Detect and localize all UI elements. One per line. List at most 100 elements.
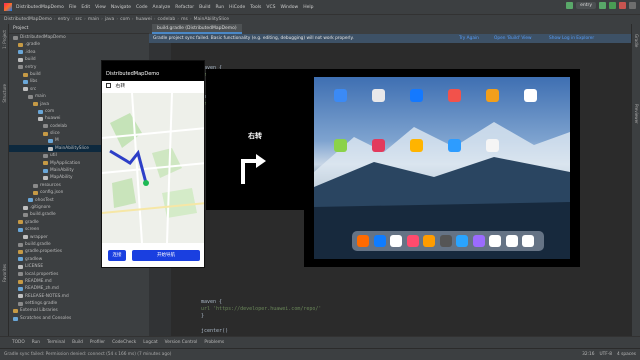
dock-app-icon[interactable]	[505, 235, 518, 247]
bottom-tool-tab[interactable]: Profiler	[90, 340, 105, 345]
app-icon[interactable]	[334, 139, 347, 152]
breadcrumb-item[interactable]: java	[105, 17, 114, 22]
app-icon[interactable]	[410, 89, 423, 102]
menu-vcs[interactable]: VCS	[266, 5, 275, 10]
bottom-tool-tab[interactable]: Terminal	[47, 340, 65, 345]
breadcrumb-item[interactable]: entry	[58, 17, 70, 22]
app-icon[interactable]	[410, 139, 423, 152]
tree-item[interactable]: .gradle	[9, 41, 149, 48]
breadcrumb-item[interactable]: ms	[181, 17, 188, 22]
show-log-link[interactable]: Show Log in Explorer	[549, 36, 594, 41]
dock-app-icon[interactable]	[489, 235, 501, 247]
debug-icon[interactable]	[609, 2, 616, 9]
dock-app-icon[interactable]	[456, 235, 468, 247]
previewer-tool-tab[interactable]: Previewer	[634, 104, 639, 124]
dock-app-icon[interactable]	[357, 235, 369, 247]
hammer-icon[interactable]	[566, 2, 574, 9]
folder-icon	[43, 124, 48, 129]
dock-app-icon[interactable]	[472, 235, 485, 247]
breadcrumb-separator: ›	[116, 17, 119, 22]
app-icon[interactable]	[448, 89, 461, 102]
breadcrumb-item[interactable]: com	[120, 17, 130, 22]
caret-position[interactable]: 32:16	[582, 352, 594, 357]
menu-analyze[interactable]: Analyze	[153, 5, 171, 10]
app-icon[interactable]	[486, 139, 499, 152]
breadcrumb-separator: ›	[53, 17, 56, 22]
dock-app-icon[interactable]	[373, 235, 386, 247]
run-config-select[interactable]: entry	[576, 2, 596, 9]
project-panel-title[interactable]: Project	[13, 26, 28, 31]
bottom-tool-tab[interactable]: TODO	[12, 340, 25, 345]
tree-item[interactable]: README_zh.md	[9, 285, 149, 292]
breadcrumb-item[interactable]: DistributedMapDemo	[4, 17, 52, 22]
app-icon[interactable]	[334, 89, 347, 102]
structure-tool-tab[interactable]: Structure	[2, 84, 7, 103]
tree-item[interactable]: README.md	[9, 278, 149, 285]
menu-file[interactable]: File	[69, 5, 77, 10]
status-message[interactable]: Gradle sync failed: Permission denied: c…	[4, 352, 171, 357]
menu-refactor[interactable]: Refactor	[175, 5, 194, 10]
menu-edit[interactable]: Edit	[81, 5, 90, 10]
menu-project-name[interactable]: DistributedMapDemo	[16, 5, 64, 10]
stop-icon[interactable]	[619, 2, 626, 9]
bottom-tool-tab[interactable]: Logcat	[143, 340, 157, 345]
try-again-link[interactable]: Try Again	[459, 36, 479, 41]
phone-direction-row: 右转	[102, 81, 204, 93]
search-icon[interactable]	[629, 2, 636, 9]
start-navigation-button[interactable]: 开始导航	[132, 250, 200, 261]
dock-app-icon[interactable]	[406, 235, 419, 247]
tree-item[interactable]: RELEASE-NOTES.md	[9, 293, 149, 300]
menu-view[interactable]: View	[95, 5, 106, 10]
app-icon[interactable]	[372, 139, 385, 152]
app-icon[interactable]	[486, 89, 499, 102]
breadcrumb-item[interactable]: main	[88, 17, 99, 22]
bottom-tool-tab[interactable]: CodeCheck	[112, 340, 136, 345]
open-build-view-link[interactable]: Open 'Build' View	[494, 36, 532, 41]
breadcrumb-item[interactable]: MainAbilitySlice	[194, 17, 229, 22]
bottom-tool-tab[interactable]: Version Control	[165, 340, 198, 345]
dock-app-icon[interactable]	[423, 235, 435, 247]
right-tool-strip: Gradle Previewer	[631, 24, 640, 336]
menu-window[interactable]: Window	[280, 5, 298, 10]
tree-item-label: java	[40, 101, 50, 107]
tree-item[interactable]: DistributedMapDemo	[9, 34, 149, 41]
folder-icon	[43, 131, 48, 136]
project-tool-tab[interactable]: 1: Project	[2, 30, 7, 49]
menu-tools[interactable]: Tools	[250, 5, 261, 10]
dock-app-icon[interactable]	[439, 235, 452, 247]
menu-hicode[interactable]: HiCode	[229, 5, 245, 10]
tree-item[interactable]: Scratches and Consoles	[9, 315, 149, 322]
tree-item[interactable]: settings.gradle	[9, 300, 149, 307]
connect-button[interactable]: 连接	[108, 250, 126, 261]
menu-build[interactable]: Build	[199, 5, 210, 10]
breadcrumb-item[interactable]: huawei	[136, 17, 152, 22]
bottom-tool-tab[interactable]: Build	[72, 340, 83, 345]
menu-navigate[interactable]: Navigate	[111, 5, 131, 10]
tree-item[interactable]: .idea	[9, 49, 149, 56]
indent-setting[interactable]: 4 spaces	[617, 352, 636, 357]
tree-item[interactable]: local.properties	[9, 271, 149, 278]
dock-app-icon[interactable]	[390, 235, 402, 247]
folder-icon	[28, 198, 33, 203]
app-icon[interactable]	[372, 89, 385, 102]
dock-app-icon[interactable]	[522, 235, 534, 247]
app-icon[interactable]	[448, 139, 461, 152]
gradle-tool-tab[interactable]: Gradle	[634, 34, 639, 47]
app-icon[interactable]	[524, 89, 537, 102]
map-view[interactable]	[102, 92, 204, 244]
breadcrumb-item[interactable]: src	[75, 17, 82, 22]
tree-item[interactable]: External Libraries	[9, 307, 149, 314]
breadcrumb-separator: ›	[71, 17, 74, 22]
tablet-home-screen	[314, 77, 570, 259]
editor-tab-build-gradle[interactable]: build.gradle (DistributedMapDemo)	[152, 24, 242, 34]
folder-icon	[28, 94, 33, 99]
bottom-tool-tab[interactable]: Problems	[204, 340, 224, 345]
breadcrumb-item[interactable]: codelab	[158, 17, 176, 22]
favorites-tool-tab[interactable]: Favorites	[2, 264, 7, 282]
menu-run[interactable]: Run	[215, 5, 224, 10]
menu-help[interactable]: Help	[303, 5, 313, 10]
bottom-tool-tab[interactable]: Run	[32, 340, 40, 345]
run-icon[interactable]	[599, 2, 606, 9]
menu-code[interactable]: Code	[136, 5, 148, 10]
file-encoding[interactable]: UTF-8	[600, 352, 613, 357]
